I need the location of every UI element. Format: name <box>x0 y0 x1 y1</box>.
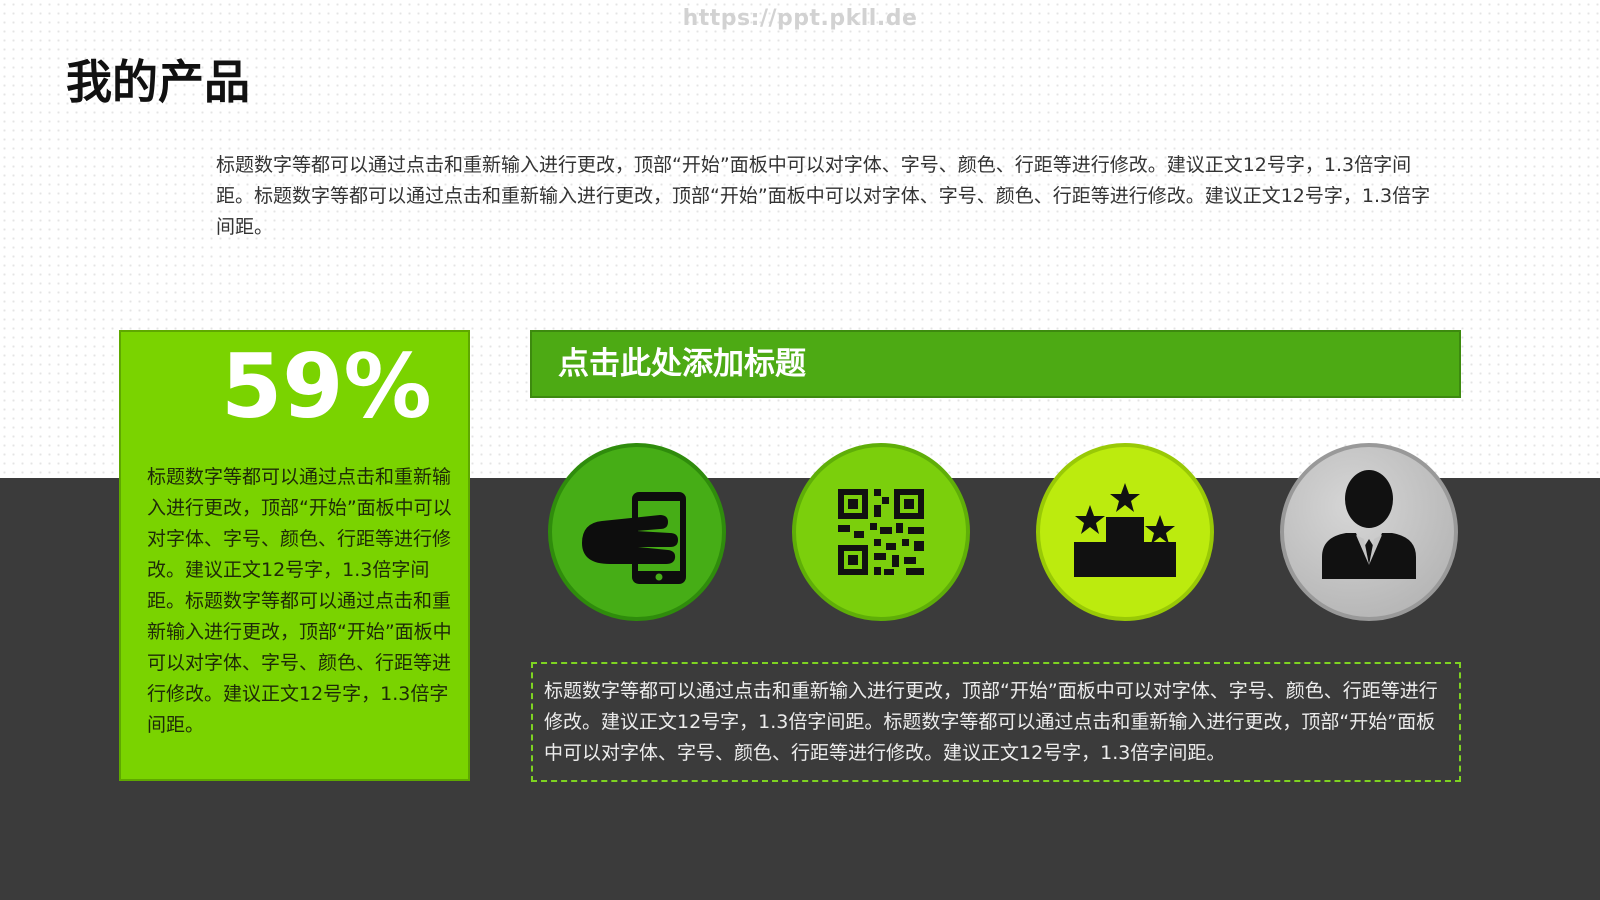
section-banner: 点击此处添加标题 <box>530 330 1461 398</box>
stat-percentage: 59% <box>221 335 432 438</box>
qr-code-circle <box>792 443 970 621</box>
podium-stars-icon <box>1074 483 1176 577</box>
description-text: 标题数字等都可以通过点击和重新输入进行更改，顶部“开始”面板中可以对字体、字号、… <box>544 680 1438 764</box>
mobile-payment-icon <box>582 492 686 584</box>
page-title: 我的产品 <box>66 55 250 109</box>
mobile-payment-circle <box>548 443 726 621</box>
podium-circle <box>1036 443 1214 621</box>
businessman-circle <box>1280 443 1458 621</box>
watermark: https://ppt.pkll.de <box>682 6 918 31</box>
description-box: 标题数字等都可以通过点击和重新输入进行更改，顶部“开始”面板中可以对字体、字号、… <box>531 662 1461 782</box>
banner-title: 点击此处添加标题 <box>558 346 806 382</box>
intro-paragraph: 标题数字等都可以通过点击和重新输入进行更改，顶部“开始”面板中可以对字体、字号、… <box>216 154 1431 238</box>
stat-card: 59% 标题数字等都可以通过点击和重新输入进行更改，顶部“开始”面板中可以对字体… <box>119 330 470 781</box>
qr-code-icon <box>838 489 924 575</box>
stat-card-text: 标题数字等都可以通过点击和重新输入进行更改，顶部“开始”面板中可以对字体、字号、… <box>147 466 452 736</box>
businessman-icon <box>1322 470 1416 579</box>
